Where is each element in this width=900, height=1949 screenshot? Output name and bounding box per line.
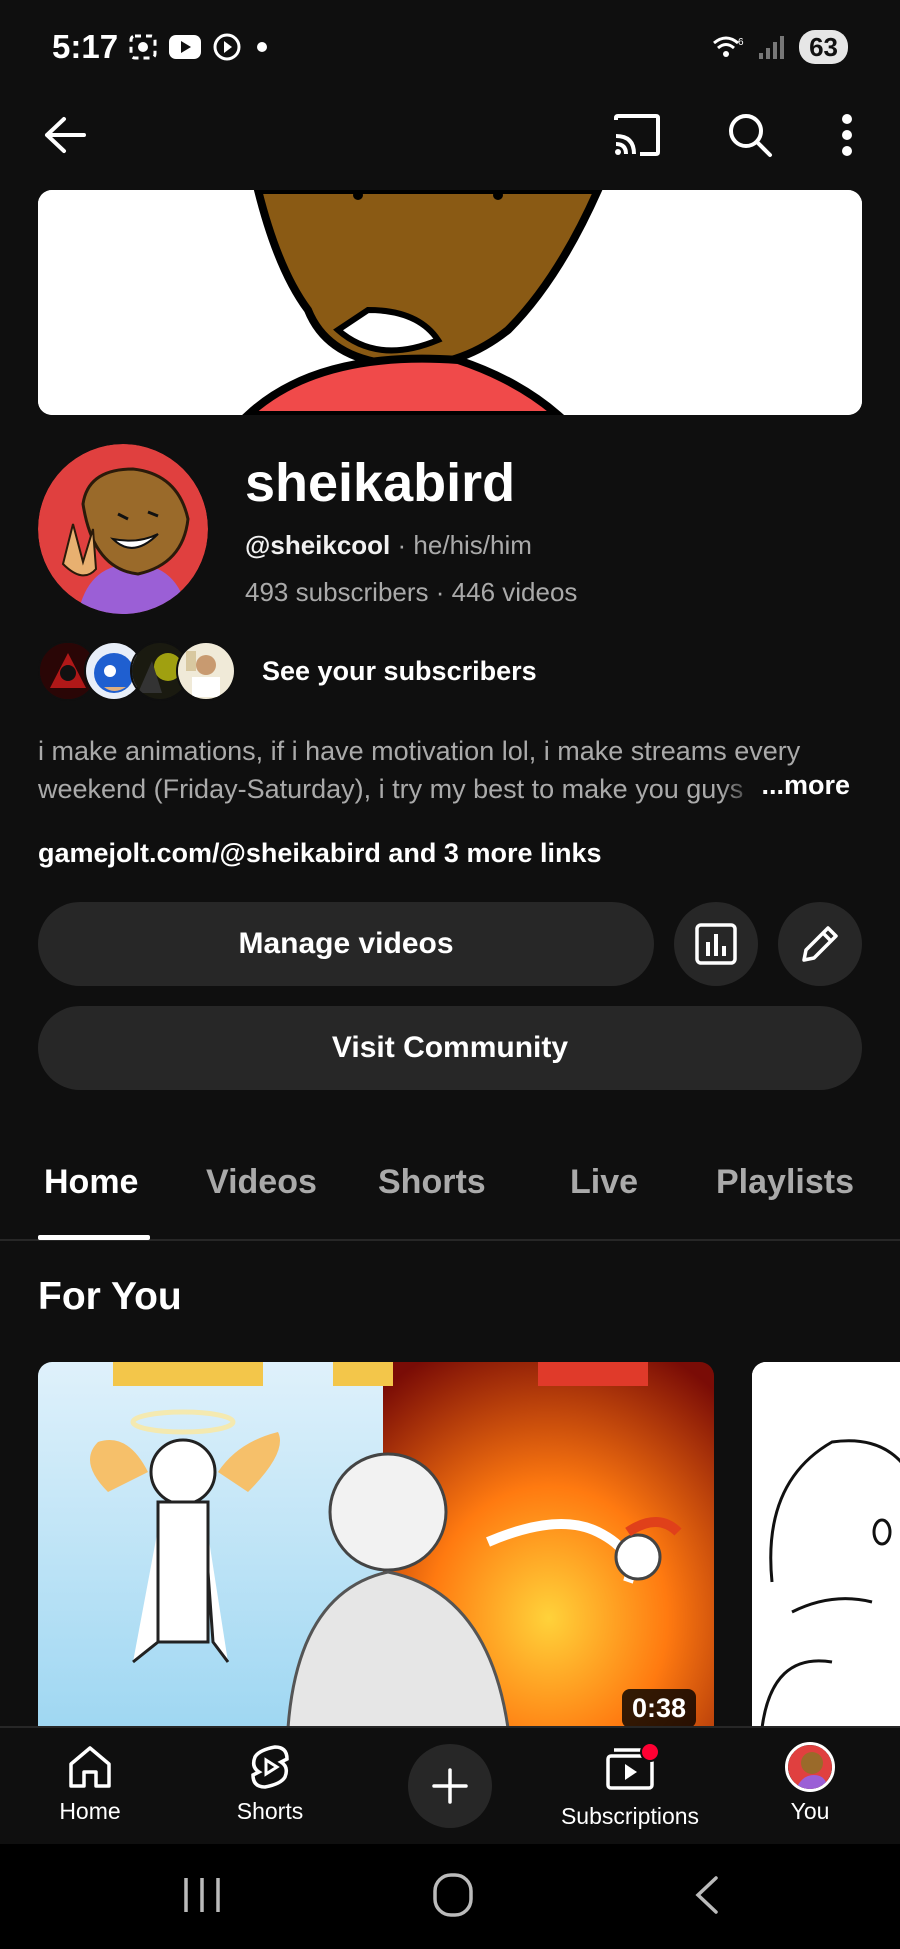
visit-community-button[interactable]: Visit Community	[38, 1006, 862, 1090]
channel-name: sheikabird	[245, 453, 516, 513]
nav-subscriptions-label: Subscriptions	[560, 1803, 700, 1829]
edit-channel-button[interactable]	[778, 902, 862, 986]
channel-links[interactable]: gamejolt.com/@sheikabird and 3 more link…	[38, 838, 602, 869]
nav-you-label: You	[790, 1798, 830, 1824]
subscriber-avatar	[176, 641, 236, 701]
channel-handle: @sheikcool	[245, 530, 391, 560]
status-time: 5:17	[52, 28, 119, 65]
you-avatar-icon	[785, 1742, 835, 1792]
nav-you[interactable]: You	[725, 1742, 895, 1825]
manage-videos-button[interactable]: Manage videos	[38, 902, 654, 986]
nav-home[interactable]: Home	[5, 1742, 175, 1825]
notification-dot	[640, 1742, 660, 1762]
subscriptions-icon	[604, 1742, 660, 1797]
home-circle-icon[interactable]	[432, 1872, 474, 1923]
tab-shorts[interactable]: Shorts	[378, 1163, 486, 1202]
tab-playlists[interactable]: Playlists	[716, 1163, 854, 1202]
back-chevron-icon[interactable]	[690, 1874, 722, 1921]
dot-icon	[257, 42, 267, 52]
nav-shorts-label: Shorts	[236, 1798, 304, 1824]
status-icons-left	[128, 32, 272, 62]
system-navigation-bar	[0, 1844, 900, 1949]
channel-avatar[interactable]	[38, 444, 208, 614]
nav-subscriptions[interactable]: Subscriptions	[545, 1742, 715, 1830]
channel-stats: 493 subscribers · 446 videos	[245, 577, 578, 607]
analytics-icon	[695, 923, 737, 965]
video-count: 446 videos	[451, 577, 578, 607]
video-thumbnail[interactable]: 0:38	[38, 1362, 714, 1728]
subscriber-count: 493 subscribers	[245, 577, 429, 607]
signal-icon	[759, 36, 785, 59]
back-arrow-icon[interactable]	[38, 108, 92, 162]
screen-record-icon	[129, 34, 157, 60]
channel-pronouns: he/his/him	[413, 530, 532, 560]
edit-pencil-icon	[802, 926, 838, 962]
wifi-icon: 6	[713, 36, 744, 57]
search-icon[interactable]	[723, 108, 777, 162]
create-plus-icon	[408, 1744, 492, 1828]
nav-create[interactable]	[365, 1744, 535, 1828]
channel-tabs: Home Videos Shorts Live Playlists	[0, 1155, 900, 1241]
tab-live[interactable]: Live	[570, 1163, 638, 1202]
active-tab-indicator	[38, 1235, 150, 1240]
recents-icon[interactable]	[180, 1874, 224, 1921]
battery-indicator: 63	[799, 30, 848, 64]
nav-home-label: Home	[59, 1798, 121, 1824]
svg-text:6: 6	[738, 37, 744, 48]
analytics-button[interactable]	[674, 902, 758, 986]
tab-home[interactable]: Home	[44, 1163, 138, 1202]
shorts-icon	[251, 1745, 289, 1789]
section-title: For You	[38, 1275, 182, 1318]
cast-icon[interactable]	[610, 108, 664, 162]
more-vert-icon[interactable]	[820, 108, 874, 162]
channel-handle-line: @sheikcool · he/his/him	[245, 530, 532, 560]
youtube-icon	[169, 35, 201, 59]
channel-banner[interactable]	[38, 190, 862, 415]
see-subscribers-row[interactable]: See your subscribers	[38, 641, 537, 701]
nav-shorts[interactable]: Shorts	[185, 1742, 355, 1825]
media-icon	[213, 33, 241, 61]
video-duration: 0:38	[621, 1689, 696, 1728]
bottom-navigation: Home Shorts Subscriptions You	[0, 1726, 900, 1846]
video-thumbnail[interactable]	[752, 1362, 900, 1728]
see-subscribers-label[interactable]: See your subscribers	[262, 656, 537, 687]
description-more-link[interactable]: ...more	[721, 770, 850, 801]
tab-videos[interactable]: Videos	[206, 1163, 317, 1202]
home-icon	[69, 1746, 111, 1788]
status-icons-right: 6 63	[711, 30, 848, 64]
